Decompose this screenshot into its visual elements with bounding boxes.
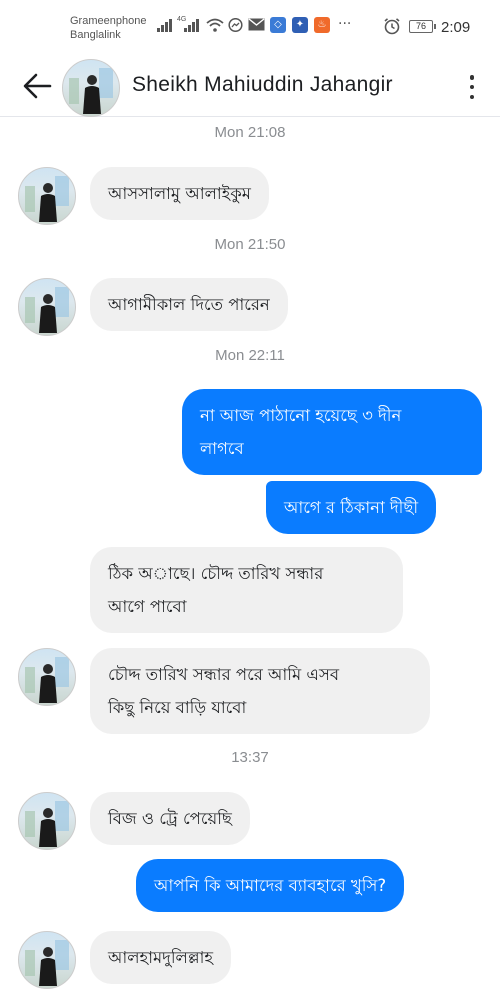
message-outgoing[interactable]: আপনি কি আমাদের ব্যাবহারে খুসি? [136,859,405,912]
message-line: লাগবে [200,439,244,458]
more-vertical-icon[interactable] [462,71,482,103]
message-incoming[interactable]: চৌদ্দ তারিখ সন্ধার পরে আমি এসব কিছু নিয়… [90,648,430,734]
sender-avatar[interactable] [18,792,76,850]
timestamp: Mon 21:50 [214,236,286,253]
message-line: আগে পাবো [108,597,187,616]
status-bar: Grameenphone Banglalink 4G ◇ ✦ ♨ ··· 76 … [0,0,500,50]
wifi-icon [206,18,224,32]
message-line: চৌদ্দ তারিখ সন্ধার পরে আমি এসব [108,665,340,684]
battery-icon: 76 [409,20,436,33]
contact-name[interactable]: Sheikh Mahiuddin Jahangir [132,73,393,97]
signal-icon [184,18,199,32]
mail-icon [248,18,265,31]
more-icon: ··· [338,16,352,32]
message-incoming[interactable]: বিজ ও ট্রে পেয়েছি [90,792,250,845]
timestamp: Mon 22:11 [215,347,285,364]
alarm-icon [384,18,400,35]
carrier-1: Grameenphone [70,15,147,27]
carrier-labels: Grameenphone Banglalink [70,14,146,42]
sender-avatar[interactable] [18,278,76,336]
message-incoming[interactable]: আগামীকাল দিতে পারেন [90,278,288,331]
app-icon: ◇ [270,17,286,33]
sender-avatar[interactable] [18,931,76,989]
message-line: না আজ পাঠানো হয়েছে ৩ দীন [200,406,402,425]
arrow-left-icon[interactable] [22,71,54,101]
contact-avatar[interactable] [62,59,120,117]
message-line: কিছু নিয়ে বাড়ি যাবো [108,698,247,717]
conversation-header: Sheikh Mahiuddin Jahangir [0,55,500,117]
fire-icon: ♨ [314,17,330,33]
sender-avatar[interactable] [18,167,76,225]
message-line: ঠিক অাছে। চৌদ্দ তারিখ সন্ধার [108,564,324,583]
timestamp: Mon 21:08 [214,124,286,141]
signal-icon [157,18,172,32]
message-incoming[interactable]: আসসালামু আলাইকুম [90,167,269,220]
carrier-2: Banglalink [70,29,121,41]
timestamp: 13:37 [231,749,269,766]
message-incoming[interactable]: ঠিক অাছে। চৌদ্দ তারিখ সন্ধার আগে পাবো [90,547,403,633]
sender-avatar[interactable] [18,648,76,706]
clock: 2:09 [441,19,471,36]
message-incoming[interactable]: আলহামদুলিল্লাহ [90,931,232,984]
app-icon: ✦ [292,17,308,33]
message-outgoing[interactable]: না আজ পাঠানো হয়েছে ৩ দীন লাগবে [182,389,482,475]
messenger-icon [228,18,243,33]
message-outgoing[interactable]: আগে র ঠিকানা দীছী [266,481,437,534]
